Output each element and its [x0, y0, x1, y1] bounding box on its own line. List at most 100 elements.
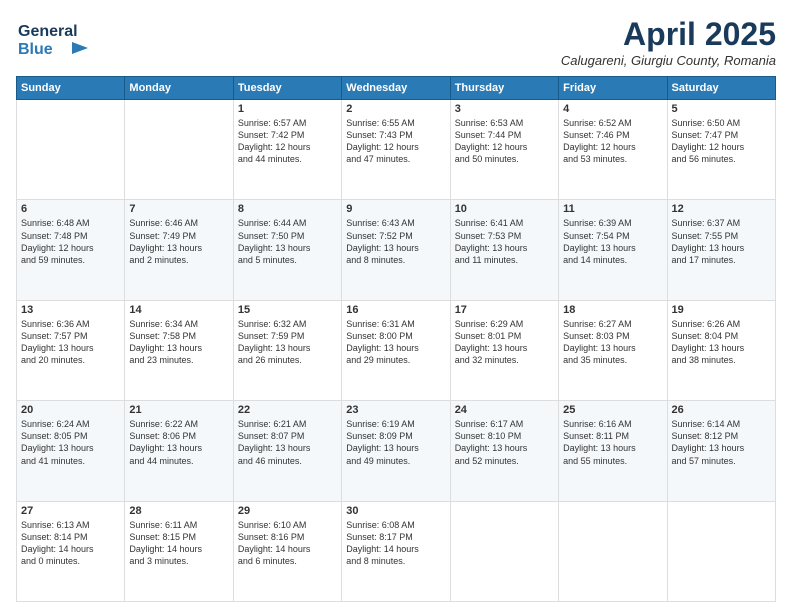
day-number: 6 — [21, 203, 120, 215]
cell-content: Sunrise: 6:14 AM — [672, 418, 771, 430]
cell-content: Sunrise: 6:53 AM — [455, 117, 554, 129]
day-number: 24 — [455, 404, 554, 416]
cell-content: Daylight: 14 hours — [129, 543, 228, 555]
cell-content: Daylight: 13 hours — [455, 242, 554, 254]
cell-content: Sunrise: 6:19 AM — [346, 418, 445, 430]
cell-content: Daylight: 12 hours — [238, 141, 337, 153]
cell-content: and 38 minutes. — [672, 354, 771, 366]
cell-content: Daylight: 13 hours — [238, 342, 337, 354]
day-number: 18 — [563, 304, 662, 316]
cell-content: Daylight: 13 hours — [346, 242, 445, 254]
cell-content: Daylight: 13 hours — [563, 242, 662, 254]
cell-content: Sunrise: 6:55 AM — [346, 117, 445, 129]
cell-content: Daylight: 13 hours — [672, 342, 771, 354]
day-number: 26 — [672, 404, 771, 416]
cell-content: Sunset: 8:07 PM — [238, 430, 337, 442]
calendar-header-sunday: Sunday — [17, 77, 125, 100]
cell-content: Sunrise: 6:41 AM — [455, 217, 554, 229]
day-number: 20 — [21, 404, 120, 416]
cell-content: Sunrise: 6:17 AM — [455, 418, 554, 430]
cell-content: Sunrise: 6:29 AM — [455, 318, 554, 330]
calendar-cell: 1Sunrise: 6:57 AMSunset: 7:42 PMDaylight… — [233, 100, 341, 200]
calendar-cell: 20Sunrise: 6:24 AMSunset: 8:05 PMDayligh… — [17, 401, 125, 501]
calendar-cell: 24Sunrise: 6:17 AMSunset: 8:10 PMDayligh… — [450, 401, 558, 501]
cell-content: Sunset: 7:59 PM — [238, 330, 337, 342]
calendar-cell: 27Sunrise: 6:13 AMSunset: 8:14 PMDayligh… — [17, 501, 125, 601]
calendar-week-5: 27Sunrise: 6:13 AMSunset: 8:14 PMDayligh… — [17, 501, 776, 601]
cell-content: Sunrise: 6:26 AM — [672, 318, 771, 330]
cell-content: and 17 minutes. — [672, 254, 771, 266]
calendar-table: SundayMondayTuesdayWednesdayThursdayFrid… — [16, 76, 776, 602]
cell-content: Sunset: 8:10 PM — [455, 430, 554, 442]
title-section: April 2025 Calugareni, Giurgiu County, R… — [561, 16, 776, 68]
cell-content: and 14 minutes. — [563, 254, 662, 266]
day-number: 15 — [238, 304, 337, 316]
svg-text:General: General — [18, 23, 78, 40]
cell-content: and 5 minutes. — [238, 254, 337, 266]
calendar-cell: 19 Sunrise: 6:26 AMSunset: 8:04 PMDayligh… — [667, 300, 775, 400]
cell-content: Daylight: 13 hours — [238, 242, 337, 254]
cell-content: Daylight: 13 hours — [238, 442, 337, 454]
cell-content: and 50 minutes. — [455, 153, 554, 165]
cell-content: and 3 minutes. — [129, 555, 228, 567]
cell-content: Sunset: 8:03 PM — [563, 330, 662, 342]
calendar-cell: 29Sunrise: 6:10 AMSunset: 8:16 PMDayligh… — [233, 501, 341, 601]
cell-content: Sunset: 7:52 PM — [346, 230, 445, 242]
cell-content: and 23 minutes. — [129, 354, 228, 366]
calendar-cell: 26Sunrise: 6:14 AMSunset: 8:12 PMDayligh… — [667, 401, 775, 501]
cell-content: Sunrise: 6:39 AM — [563, 217, 662, 229]
cell-content: Sunrise: 6:48 AM — [21, 217, 120, 229]
cell-content: and 41 minutes. — [21, 455, 120, 467]
cell-content: Daylight: 13 hours — [346, 342, 445, 354]
cell-content: Daylight: 12 hours — [563, 141, 662, 153]
calendar-cell: 11Sunrise: 6:39 AMSunset: 7:54 PMDayligh… — [559, 200, 667, 300]
cell-content: Daylight: 12 hours — [21, 242, 120, 254]
cell-content: and 57 minutes. — [672, 455, 771, 467]
calendar-cell: 8Sunrise: 6:44 AMSunset: 7:50 PMDaylight… — [233, 200, 341, 300]
logo-svg: General Blue — [16, 16, 106, 61]
header: General Blue April 2025 Calugareni, Giur… — [16, 16, 776, 68]
cell-content: Sunset: 7:48 PM — [21, 230, 120, 242]
calendar-header-thursday: Thursday — [450, 77, 558, 100]
cell-content: Sunset: 7:50 PM — [238, 230, 337, 242]
calendar-cell: 6 Sunrise: 6:48 AMSunset: 7:48 PMDaylight… — [17, 200, 125, 300]
cell-content: Daylight: 13 hours — [129, 342, 228, 354]
cell-content: Sunset: 7:47 PM — [672, 129, 771, 141]
calendar-cell: 22Sunrise: 6:21 AMSunset: 8:07 PMDayligh… — [233, 401, 341, 501]
calendar-cell: 2Sunrise: 6:55 AMSunset: 7:43 PMDaylight… — [342, 100, 450, 200]
cell-content: Sunset: 7:44 PM — [455, 129, 554, 141]
day-number: 22 — [238, 404, 337, 416]
month-title: April 2025 — [561, 16, 776, 53]
cell-content: and 29 minutes. — [346, 354, 445, 366]
cell-content: Sunset: 8:06 PM — [129, 430, 228, 442]
cell-content: and 8 minutes. — [346, 555, 445, 567]
cell-content: Sunrise: 6:08 AM — [346, 519, 445, 531]
calendar-cell: 3Sunrise: 6:53 AMSunset: 7:44 PMDaylight… — [450, 100, 558, 200]
cell-content: Sunset: 7:43 PM — [346, 129, 445, 141]
cell-content: and 11 minutes. — [455, 254, 554, 266]
cell-content: Sunset: 8:04 PM — [672, 330, 771, 342]
cell-content: and 46 minutes. — [238, 455, 337, 467]
cell-content: Sunrise: 6:24 AM — [21, 418, 120, 430]
cell-content: Daylight: 13 hours — [346, 442, 445, 454]
cell-content: and 32 minutes. — [455, 354, 554, 366]
day-number: 2 — [346, 103, 445, 115]
day-number: 8 — [238, 203, 337, 215]
day-number: 19 — [672, 304, 771, 316]
cell-content: and 52 minutes. — [455, 455, 554, 467]
cell-content: Daylight: 12 hours — [455, 141, 554, 153]
cell-content: Daylight: 13 hours — [563, 342, 662, 354]
calendar-header-tuesday: Tuesday — [233, 77, 341, 100]
calendar-cell: 12Sunrise: 6:37 AMSunset: 7:55 PMDayligh… — [667, 200, 775, 300]
cell-content: and 2 minutes. — [129, 254, 228, 266]
calendar-header-saturday: Saturday — [667, 77, 775, 100]
location: Calugareni, Giurgiu County, Romania — [561, 53, 776, 68]
day-number: 21 — [129, 404, 228, 416]
calendar-header-row: SundayMondayTuesdayWednesdayThursdayFrid… — [17, 77, 776, 100]
cell-content: Sunrise: 6:34 AM — [129, 318, 228, 330]
day-number: 1 — [238, 103, 337, 115]
day-number: 13 — [21, 304, 120, 316]
day-number: 11 — [563, 203, 662, 215]
cell-content: Sunrise: 6:50 AM — [672, 117, 771, 129]
calendar-cell: 5Sunrise: 6:50 AMSunset: 7:47 PMDaylight… — [667, 100, 775, 200]
